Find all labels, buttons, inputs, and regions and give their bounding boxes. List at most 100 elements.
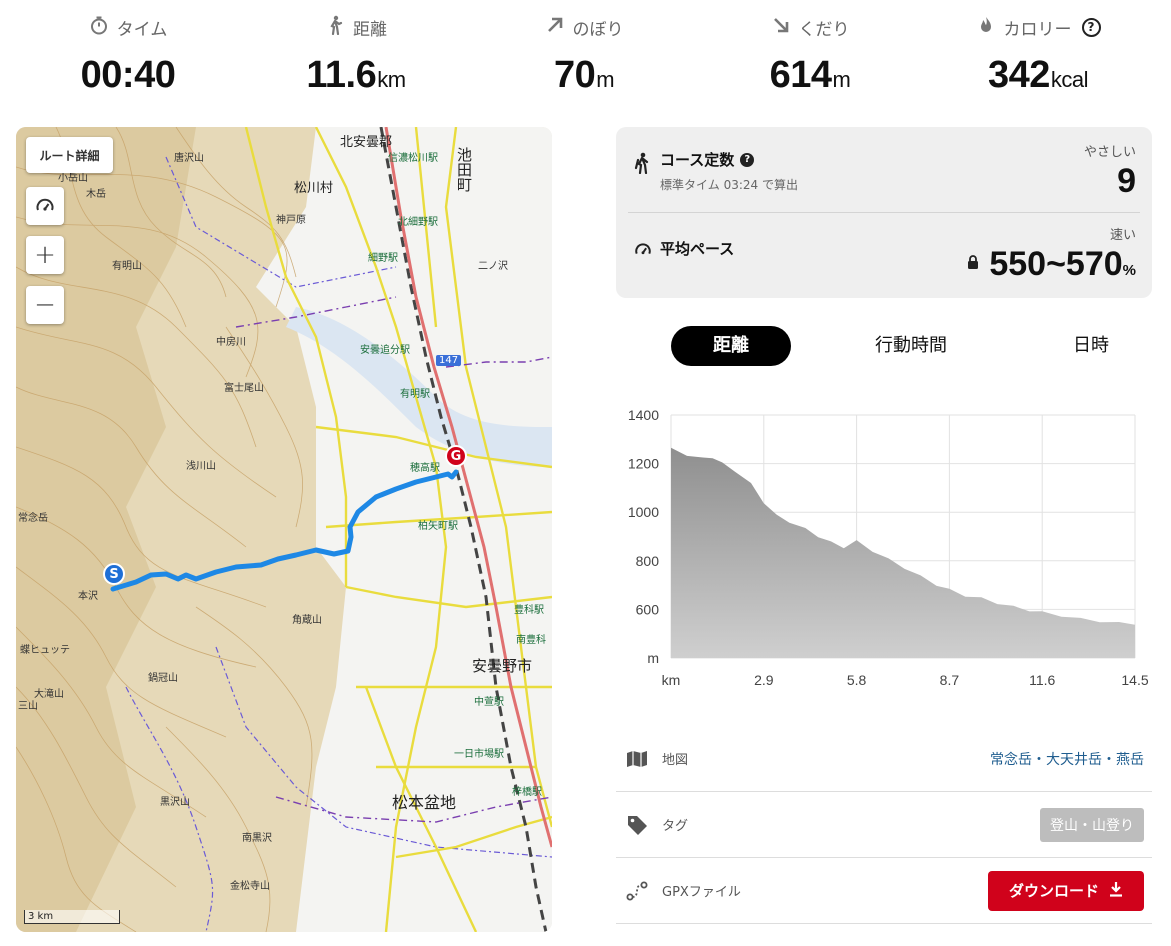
stat-time: タイム 00:40 bbox=[28, 14, 228, 97]
elevation-area bbox=[671, 447, 1135, 658]
hiker-icon bbox=[634, 149, 652, 178]
map-label: 唐沢山 bbox=[174, 153, 204, 164]
map-label: 柏矢町駅 bbox=[418, 521, 458, 532]
stat-value: 342kcal bbox=[987, 54, 1089, 96]
route-147-shield: 147 bbox=[436, 355, 462, 366]
zoom-out-button[interactable]: − bbox=[26, 286, 64, 324]
divider bbox=[628, 212, 1140, 213]
difficulty-label: やさしい bbox=[1083, 145, 1136, 160]
stopwatch-icon bbox=[89, 15, 109, 39]
map-info-label: 地図 bbox=[662, 753, 689, 768]
map-label: 有明山 bbox=[112, 261, 142, 272]
tag-info-label: タグ bbox=[662, 819, 689, 834]
x-tick-label: 8.7 bbox=[940, 672, 960, 688]
download-button[interactable]: ダウンロード bbox=[988, 870, 1144, 911]
map-label: 一日市場駅 bbox=[454, 749, 504, 760]
map-label: 蝶ヒュッテ bbox=[20, 645, 70, 656]
map-label: 梓橋駅 bbox=[512, 787, 542, 798]
map-label: 南黒沢 bbox=[242, 833, 272, 844]
pace-label: 速い bbox=[1109, 228, 1136, 243]
map-label: 北細野駅 bbox=[398, 217, 438, 228]
map-label: 神戸原 bbox=[276, 215, 306, 226]
stat-value: 70m bbox=[553, 54, 615, 96]
help-icon[interactable]: ? bbox=[740, 152, 755, 167]
map-label: 本沢 bbox=[78, 591, 98, 602]
speedometer-icon bbox=[36, 198, 54, 211]
gpx-info-label: GPXファイル bbox=[662, 885, 741, 900]
course-constant-title: コース定数 bbox=[660, 151, 735, 169]
map-label: 松本盆地 bbox=[392, 793, 457, 812]
average-pace-title: 平均ペース bbox=[660, 240, 735, 258]
goal-marker[interactable]: G bbox=[445, 445, 467, 467]
y-tick-label: 800 bbox=[636, 553, 660, 569]
map-info-row: 地図 常念岳・大天井岳・燕岳 bbox=[616, 726, 1152, 792]
tag-chip[interactable]: 登山・山登り bbox=[1040, 807, 1144, 842]
average-pace-value: 550~570 bbox=[989, 245, 1123, 283]
download-label: ダウンロード bbox=[1008, 882, 1099, 900]
average-pace-row: 平均ペース 速い 550~570% bbox=[628, 224, 1136, 294]
stat-label: カロリー bbox=[1003, 19, 1072, 40]
stat-label: タイム bbox=[116, 19, 168, 40]
stats-header: タイム 00:40 距離 11.6km のぼり 70m くだり 614m カロリ… bbox=[0, 0, 1171, 110]
map-label: 中萱駅 bbox=[474, 697, 504, 708]
map-label: 二ノ沢 bbox=[478, 261, 508, 272]
map-label: 池田町 bbox=[455, 147, 473, 192]
start-marker[interactable]: S bbox=[103, 563, 125, 585]
stat-calories: カロリー ? 342kcal bbox=[938, 14, 1138, 97]
tag-icon bbox=[626, 814, 662, 836]
y-tick-label: 1200 bbox=[628, 456, 659, 472]
tab-distance[interactable]: 距離 bbox=[671, 326, 791, 366]
map-label: 常念岳 bbox=[18, 513, 48, 524]
tab-datetime[interactable]: 日時 bbox=[1036, 326, 1146, 366]
x-tick-label: 11.6 bbox=[1029, 672, 1055, 688]
map-label: 金松寺山 bbox=[230, 881, 270, 892]
stat-label: 距離 bbox=[353, 19, 387, 40]
course-constant-row: コース定数? 標準タイム 03:24 で算出 やさしい 9 bbox=[628, 141, 1136, 213]
course-constant-value: 9 bbox=[1117, 162, 1136, 200]
speedometer-button[interactable] bbox=[26, 187, 64, 225]
stat-value: 00:40 bbox=[80, 54, 176, 96]
chart-tabs: 距離 行動時間 日時 bbox=[616, 326, 1152, 366]
elevation-chart: m 600 800 1000 1200 1400 km 2.9 5.8 8.7 11.6 14.5 bbox=[616, 400, 1156, 700]
stat-distance: 距離 11.6km bbox=[256, 14, 456, 97]
gpx-info-row: GPXファイル ダウンロード bbox=[616, 858, 1152, 924]
map-label: 穂高駅 bbox=[410, 463, 440, 474]
zoom-in-button[interactable]: + bbox=[26, 236, 64, 274]
x-tick-label: 14.5 bbox=[1121, 672, 1148, 688]
stat-label: のぼり bbox=[572, 19, 624, 40]
map-info-link[interactable]: 常念岳・大天井岳・燕岳 bbox=[990, 749, 1144, 769]
y-tick-label: 1400 bbox=[628, 407, 659, 423]
map-label: 細野駅 bbox=[368, 253, 398, 264]
speedometer-icon bbox=[634, 238, 652, 263]
stat-value: 11.6km bbox=[306, 54, 406, 96]
map-icon bbox=[626, 750, 662, 768]
stat-ascent: のぼり 70m bbox=[484, 14, 684, 97]
route-detail-button[interactable]: ルート詳細 bbox=[26, 137, 113, 173]
y-tick-label: 1000 bbox=[628, 504, 659, 520]
map-label: 黒沢山 bbox=[160, 797, 190, 808]
stat-descent: くだり 614m bbox=[710, 14, 910, 97]
map-label: 安曇追分駅 bbox=[360, 345, 410, 356]
y-tick-label: m bbox=[647, 650, 659, 666]
download-icon bbox=[1109, 881, 1123, 901]
x-tick-label: 2.9 bbox=[754, 672, 774, 688]
map-label: 北安曇郡 bbox=[340, 135, 393, 150]
arrow-down-right-icon bbox=[771, 15, 791, 39]
map-label: 中房川 bbox=[216, 337, 246, 348]
tab-duration[interactable]: 行動時間 bbox=[851, 326, 971, 366]
map-label: 鍋冠山 bbox=[148, 673, 178, 684]
arrow-up-right-icon bbox=[545, 15, 565, 39]
stat-label: くだり bbox=[798, 19, 850, 40]
route-map[interactable]: 北安曇郡 信濃松川駅 池田町 松川村 北細野駅 神戸原 細野駅 安曇追分駅 有明… bbox=[16, 127, 552, 932]
map-label: 富士尾山 bbox=[224, 383, 264, 394]
map-label: 南豊科 bbox=[516, 635, 546, 646]
x-tick-label: 5.8 bbox=[847, 672, 867, 688]
tag-info-row: タグ 登山・山登り bbox=[616, 792, 1152, 858]
x-tick-label: km bbox=[662, 672, 681, 688]
map-label: 大滝山 bbox=[34, 689, 64, 700]
map-label: 角蔵山 bbox=[292, 615, 322, 626]
map-label: 信濃松川駅 bbox=[388, 153, 438, 164]
help-icon[interactable]: ? bbox=[1081, 17, 1101, 37]
course-panel: コース定数? 標準タイム 03:24 で算出 やさしい 9 平均ペース 速い 5… bbox=[616, 127, 1152, 298]
map-label: 浅川山 bbox=[186, 461, 216, 472]
